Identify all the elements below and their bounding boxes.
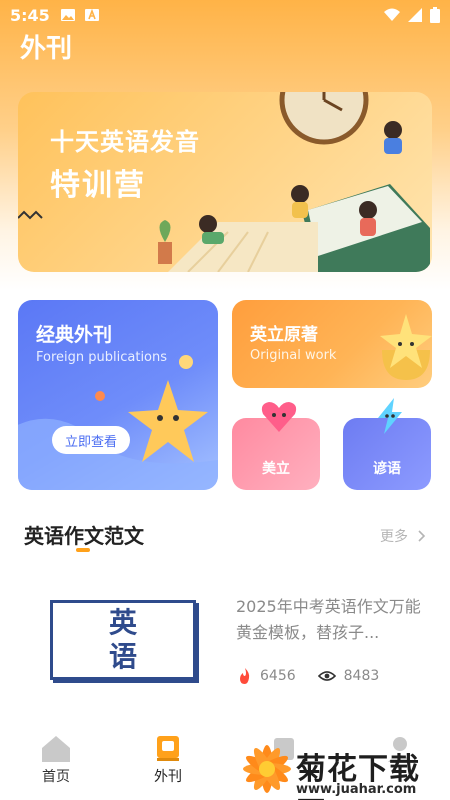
card-meili-title: 美立: [262, 461, 290, 477]
card-yanyu-title: 谚语: [373, 461, 401, 477]
banner-title-line2: 特训营: [50, 168, 146, 203]
font-icon: [84, 8, 99, 21]
page-title: 外刊: [20, 34, 73, 64]
card-original-work[interactable]: 英立原著 Original work: [232, 300, 432, 388]
eye-icon: [317, 671, 336, 681]
heart-icon: [261, 402, 297, 432]
section-title: 英语作文范文: [24, 524, 144, 548]
section-underline: [76, 548, 90, 552]
watermark-url: www.juahar.com: [296, 782, 417, 797]
status-time: 5:45: [10, 5, 50, 25]
view-now-button[interactable]: 立即查看: [52, 426, 130, 454]
likes-count: 6456: [260, 668, 296, 684]
status-icons: [384, 7, 440, 23]
thumbnail-char-1: 英: [108, 606, 137, 639]
nav-home-label: 首页: [42, 769, 70, 785]
card-original-subtitle: Original work: [250, 348, 337, 363]
magazine-icon: [157, 736, 179, 761]
article-title[interactable]: 2025年中考英语作文万能黄金模板，替孩子...: [236, 594, 432, 646]
card-original-title: 英立原著: [250, 325, 318, 345]
nav-waikan-label: 外刊: [154, 769, 182, 785]
lightning-icon: [378, 398, 402, 434]
card-yanyu[interactable]: 谚语: [343, 398, 431, 490]
promo-banner[interactable]: 十天英语发音 特训营: [18, 92, 432, 272]
signal-icon: [408, 8, 422, 22]
card-meili[interactable]: 美立: [232, 402, 320, 490]
home-icon: [42, 736, 70, 762]
watermark: 菊花下载网 www.juahar.com: [240, 742, 450, 800]
image-icon: [60, 9, 75, 21]
battery-icon: [430, 7, 440, 23]
article-thumbnail[interactable]: 英 语: [50, 600, 196, 680]
nav-home[interactable]: 首页: [26, 734, 86, 786]
article-stats: 6456 8483: [238, 668, 401, 684]
more-link[interactable]: 更多: [380, 526, 426, 546]
card-classic-title: 经典外刊: [36, 324, 113, 346]
chrysanthemum-logo: [243, 745, 291, 793]
nav-waikan[interactable]: 外刊: [138, 734, 198, 786]
flame-icon: [240, 668, 250, 684]
wifi-icon: [384, 8, 400, 21]
more-label: 更多: [380, 529, 408, 545]
card-classic-subtitle: Foreign publications: [36, 350, 168, 365]
card-classic-publications[interactable]: 经典外刊 Foreign publications 立即查看: [18, 300, 218, 490]
likes-stat: 6456: [238, 668, 296, 684]
thumbnail-char-2: 语: [108, 640, 137, 673]
banner-title-line1: 十天英语发音: [50, 128, 200, 156]
chevron-right-icon: [418, 530, 426, 542]
views-count: 8483: [343, 668, 380, 684]
views-stat: 8483: [317, 668, 380, 684]
status-bar: 5:45: [0, 0, 450, 30]
